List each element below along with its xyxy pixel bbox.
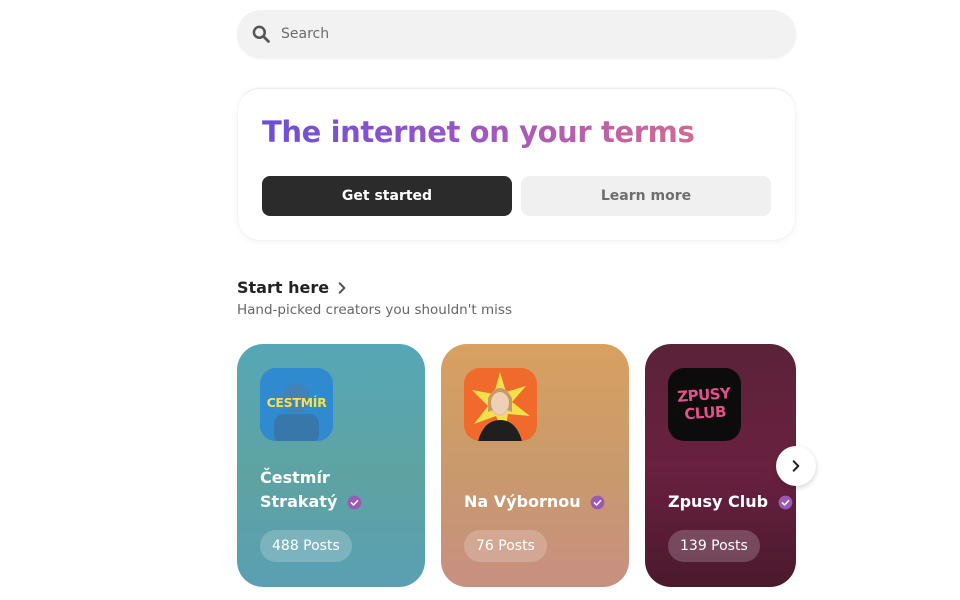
hero-card: The internet on your terms Get started L… bbox=[238, 88, 795, 240]
verified-badge-icon bbox=[590, 495, 605, 510]
carousel-next-button[interactable] bbox=[776, 446, 816, 486]
chevron-right-icon bbox=[338, 281, 346, 294]
section-title-link[interactable]: Start here bbox=[237, 278, 349, 297]
section-title: Start here bbox=[237, 278, 330, 297]
creator-avatar-image bbox=[464, 368, 537, 441]
avatar: CESTMÍR bbox=[260, 368, 333, 441]
creator-name-line2: Na Výbornou bbox=[464, 492, 581, 511]
creator-card[interactable]: CESTMÍR Čestmír Strakatý 488 Posts bbox=[237, 344, 425, 587]
creator-name: Na Výbornou bbox=[464, 490, 605, 514]
avatar: ZPUSY CLUB bbox=[668, 368, 741, 441]
avatar-logo-text: CESTMÍR bbox=[266, 395, 327, 410]
search-icon bbox=[252, 25, 270, 43]
creator-name-line2: Strakatý bbox=[260, 492, 338, 511]
posts-count-badge: 76 Posts bbox=[464, 530, 547, 562]
creator-name: Čestmír Strakatý bbox=[260, 466, 362, 514]
hero-title: The internet on your terms bbox=[262, 115, 695, 149]
chevron-right-icon bbox=[792, 460, 800, 472]
posts-count-badge: 139 Posts bbox=[668, 530, 760, 562]
get-started-button[interactable]: Get started bbox=[262, 176, 512, 216]
section-subtitle: Hand-picked creators you shouldn't miss bbox=[237, 302, 512, 318]
creator-card[interactable]: ZPUSY CLUB Zpusy Club 139 Posts bbox=[645, 344, 796, 587]
search-bar[interactable] bbox=[237, 10, 796, 58]
search-input[interactable] bbox=[281, 26, 761, 42]
verified-badge-icon bbox=[347, 495, 362, 510]
learn-more-button[interactable]: Learn more bbox=[521, 176, 771, 216]
verified-badge-icon bbox=[778, 495, 792, 510]
creator-name-line2: Zpusy Club bbox=[668, 492, 769, 511]
avatar-logo-text: ZPUSY CLUB bbox=[676, 384, 732, 424]
avatar bbox=[464, 368, 537, 441]
posts-count-badge: 488 Posts bbox=[260, 530, 352, 562]
page: The internet on your terms Get started L… bbox=[0, 0, 960, 600]
creator-name: Zpusy Club bbox=[668, 490, 793, 514]
creator-card[interactable]: Na Výbornou 76 Posts bbox=[441, 344, 629, 587]
creator-name-line1: Čestmír bbox=[260, 468, 330, 487]
